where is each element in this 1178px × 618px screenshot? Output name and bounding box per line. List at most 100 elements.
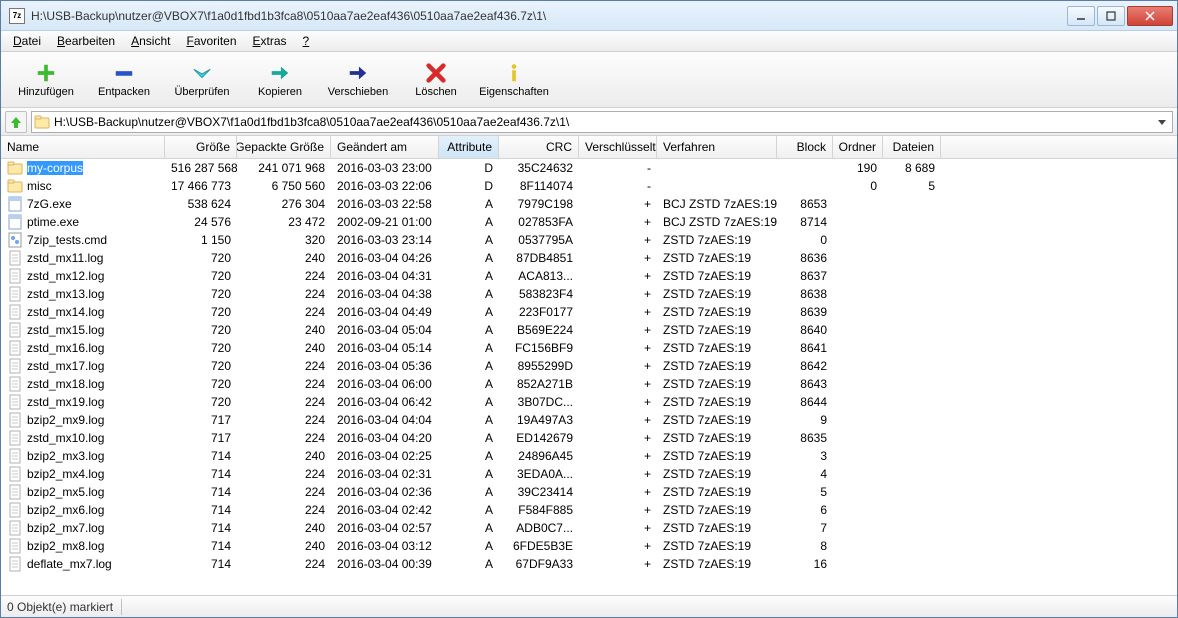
cell-crc: 35C24632 [499,161,579,175]
extract-button[interactable]: Entpacken [85,54,163,106]
header-block[interactable]: Block [777,136,833,158]
cell-crc: 24896A45 [499,449,579,463]
cell-attr: A [439,269,499,283]
table-row[interactable]: bzip2_mx8.log7142402016-03-04 03:12A6FDE… [1,537,1177,555]
cell-method: ZSTD 7zAES:19 [657,251,777,265]
table-row[interactable]: misc17 466 7736 750 5602016-03-03 22:06D… [1,177,1177,195]
table-row[interactable]: bzip2_mx3.log7142402016-03-04 02:25A2489… [1,447,1177,465]
menu-view[interactable]: Ansicht [123,32,178,50]
table-row[interactable]: zstd_mx17.log7202242016-03-04 05:36A8955… [1,357,1177,375]
header-modified[interactable]: Geändert am [331,136,439,158]
menu-file[interactable]: Datei [5,32,49,50]
menu-extras[interactable]: Extras [245,32,295,50]
cell-block: 8 [777,539,833,553]
minimize-button[interactable] [1067,6,1095,26]
cell-attr: D [439,179,499,193]
txt-icon [7,394,23,410]
menu-edit[interactable]: Bearbeiten [49,32,123,50]
header-attributes[interactable]: Attribute [439,136,499,158]
cell-encrypted: + [579,233,657,247]
cell-encrypted: + [579,539,657,553]
cell-name: my-corpus [1,160,165,176]
table-row[interactable]: zstd_mx15.log7202402016-03-04 05:04AB569… [1,321,1177,339]
titlebar[interactable]: 7z H:\USB-Backup\nutzer@VBOX7\f1a0d1fbd1… [1,1,1177,31]
table-row[interactable]: bzip2_mx5.log7142242016-03-04 02:36A39C2… [1,483,1177,501]
cell-block: 8643 [777,377,833,391]
table-row[interactable]: deflate_mx7.log7142242016-03-04 00:39A67… [1,555,1177,573]
cell-method: ZSTD 7zAES:19 [657,539,777,553]
dropdown-icon[interactable] [1154,118,1170,126]
exe-icon [7,214,23,230]
close-button[interactable] [1127,6,1173,26]
add-button[interactable]: Hinzufügen [7,54,85,106]
cell-block: 3 [777,449,833,463]
test-button[interactable]: Überprüfen [163,54,241,106]
cell-size: 720 [165,305,237,319]
txt-icon [7,466,23,482]
cell-crc: 223F0177 [499,305,579,319]
cell-attr: A [439,485,499,499]
table-row[interactable]: bzip2_mx9.log7172242016-03-04 04:04A19A4… [1,411,1177,429]
table-row[interactable]: zstd_mx16.log7202402016-03-04 05:14AFC15… [1,339,1177,357]
cell-name: zstd_mx12.log [1,268,165,284]
cell-size: 24 576 [165,215,237,229]
maximize-button[interactable] [1097,6,1125,26]
cell-block: 4 [777,467,833,481]
app-window: 7z H:\USB-Backup\nutzer@VBOX7\f1a0d1fbd1… [0,0,1178,618]
cell-name: zstd_mx19.log [1,394,165,410]
cell-packed-size: 241 071 968 [237,161,331,175]
cell-packed-size: 224 [237,287,331,301]
cell-method: BCJ ZSTD 7zAES:19 [657,215,777,229]
cell-attr: A [439,287,499,301]
cell-name: 7zG.exe [1,196,165,212]
table-row[interactable]: 7zG.exe538 624276 3042016-03-03 22:58A79… [1,195,1177,213]
header-files[interactable]: Dateien [883,136,941,158]
delete-button[interactable]: Löschen [397,54,475,106]
menu-label: avoriten [194,34,237,48]
txt-icon [7,358,23,374]
header-size[interactable]: Größe [165,136,237,158]
up-button[interactable] [5,111,27,133]
table-row[interactable]: my-corpus516 287 568241 071 9682016-03-0… [1,159,1177,177]
table-row[interactable]: ptime.exe24 57623 4722002-09-21 01:00A02… [1,213,1177,231]
header-method[interactable]: Verfahren [657,136,777,158]
table-row[interactable]: bzip2_mx6.log7142242016-03-04 02:42AF584… [1,501,1177,519]
move-button[interactable]: Verschieben [319,54,397,106]
cell-attr: A [439,377,499,391]
properties-button[interactable]: Eigenschaften [475,54,553,106]
table-row[interactable]: zstd_mx11.log7202402016-03-04 04:26A87DB… [1,249,1177,267]
table-row[interactable]: zstd_mx12.log7202242016-03-04 04:31AACA8… [1,267,1177,285]
copy-button[interactable]: Kopieren [241,54,319,106]
file-list[interactable]: my-corpus516 287 568241 071 9682016-03-0… [1,159,1177,595]
txt-icon [7,322,23,338]
table-row[interactable]: zstd_mx14.log7202242016-03-04 04:49A223F… [1,303,1177,321]
cell-attr: A [439,215,499,229]
cell-modified: 2016-03-04 04:31 [331,269,439,283]
cell-crc: 67DF9A33 [499,557,579,571]
address-combobox[interactable]: H:\USB-Backup\nutzer@VBOX7\f1a0d1fbd1b3f… [31,111,1173,133]
table-row[interactable]: bzip2_mx7.log7142402016-03-04 02:57AADB0… [1,519,1177,537]
cell-encrypted: + [579,341,657,355]
table-row[interactable]: zstd_mx18.log7202242016-03-04 06:00A852A… [1,375,1177,393]
table-row[interactable]: 7zip_tests.cmd1 1503202016-03-03 23:14A0… [1,231,1177,249]
table-row[interactable]: zstd_mx10.log7172242016-03-04 04:20AED14… [1,429,1177,447]
table-row[interactable]: zstd_mx13.log7202242016-03-04 04:38A5838… [1,285,1177,303]
header-encrypted[interactable]: Verschlüsselt [579,136,657,158]
cell-packed-size: 224 [237,485,331,499]
menu-favorites[interactable]: Favoriten [178,32,244,50]
header-folders[interactable]: Ordner [833,136,883,158]
header-name[interactable]: Name [1,136,165,158]
table-row[interactable]: zstd_mx19.log7202242016-03-04 06:42A3B07… [1,393,1177,411]
txt-icon [7,286,23,302]
folder-icon [7,178,23,194]
menu-help[interactable]: ? [295,32,318,50]
cell-crc: 027853FA [499,215,579,229]
table-row[interactable]: bzip2_mx4.log7142242016-03-04 02:31A3EDA… [1,465,1177,483]
cell-method: ZSTD 7zAES:19 [657,305,777,319]
cell-name: zstd_mx17.log [1,358,165,374]
header-packed-size[interactable]: Gepackte Größe [237,136,331,158]
header-crc[interactable]: CRC [499,136,579,158]
cell-encrypted: + [579,287,657,301]
menu-label: earbeiten [65,34,115,48]
cell-packed-size: 240 [237,521,331,535]
